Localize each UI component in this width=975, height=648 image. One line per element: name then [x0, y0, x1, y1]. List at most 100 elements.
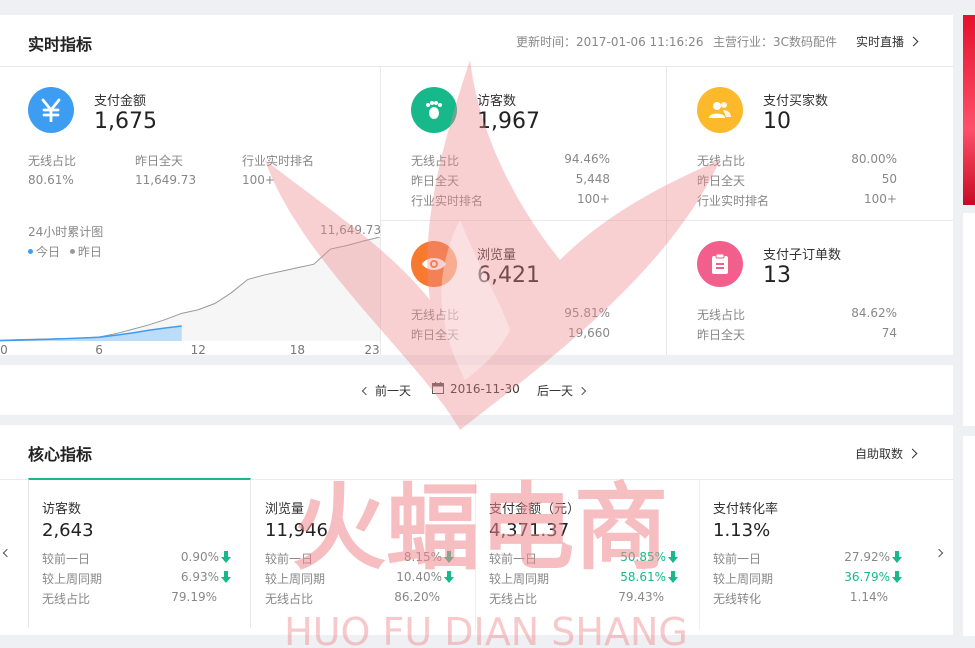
- row-label: 无线占比: [697, 308, 746, 322]
- core-row-label: 无线占比: [42, 592, 91, 606]
- divider: [380, 66, 381, 355]
- chart-max-label: 11,649.73: [320, 223, 382, 237]
- core-card-value: 4,371.37: [489, 520, 570, 541]
- row-label: 无线占比: [411, 308, 460, 322]
- core-row-label: 较上周同期: [42, 572, 103, 586]
- sub-value: 80.61%: [28, 173, 74, 187]
- row-value: 5,448: [575, 172, 610, 186]
- sub-label: 无线占比: [28, 154, 77, 168]
- chevron-left-icon: [2, 548, 12, 558]
- core-row-label: 较上周同期: [713, 572, 774, 586]
- core-row-value: 50.85%: [596, 550, 678, 564]
- arrow-down-icon: [668, 571, 678, 583]
- row-value: 94.46%: [564, 152, 610, 166]
- row-value: 84.62%: [851, 306, 897, 320]
- core-row-value-text: 27.92%: [844, 550, 890, 564]
- self-service-link[interactable]: 自助取数: [855, 445, 918, 462]
- divider: [666, 66, 667, 355]
- next-day-label: 后一天: [537, 384, 574, 398]
- core-row-value: 86.20%: [372, 590, 440, 604]
- pageviews-label: 浏览量: [477, 248, 517, 263]
- core-row-value-text: 10.40%: [396, 570, 442, 584]
- core-row-value-text: 79.19%: [171, 590, 217, 604]
- sub-label: 昨日全天: [135, 154, 184, 168]
- industry-label: 主营行业：3C数码配件: [713, 35, 838, 49]
- chevron-left-icon: [361, 386, 371, 396]
- header-divider: [0, 66, 953, 67]
- core-row-value-text: 8.15%: [403, 550, 442, 564]
- x-tick-label: 23: [364, 343, 379, 355]
- self-service-label: 自助取数: [855, 447, 904, 461]
- core-card-title: 支付金额（元）: [489, 502, 581, 517]
- carousel-next-button[interactable]: [930, 545, 944, 561]
- date-picker[interactable]: 2016-11-30: [432, 382, 520, 396]
- side-panel: [963, 436, 975, 636]
- row-value: 74: [881, 326, 897, 340]
- core-row-value: 27.92%: [820, 550, 902, 564]
- core-row-label: 无线占比: [489, 592, 538, 606]
- row-label: 昨日全天: [697, 328, 746, 342]
- side-banner[interactable]: [963, 15, 975, 205]
- row-value: 100+: [864, 192, 897, 206]
- pay-amount-value: 1,675: [94, 109, 157, 134]
- core-row-label: 无线占比: [265, 592, 314, 606]
- core-row-label: 较上周同期: [489, 572, 550, 586]
- visitors-label: 访客数: [477, 94, 517, 109]
- date-navigator: 前一天 2016-11-30 后一天: [0, 365, 953, 415]
- core-row-value-text: 79.43%: [618, 590, 664, 604]
- yen-icon: [28, 87, 74, 133]
- chevron-right-icon: [934, 548, 944, 558]
- core-metrics-panel: 核心指标 自助取数 访客数 2,643 较前一日 0.90% 较上周同期 6.93% 无线占…: [0, 425, 953, 635]
- calendar-icon: [432, 382, 444, 394]
- core-card-value: 11,946: [265, 520, 328, 541]
- core-title: 核心指标: [28, 445, 93, 464]
- core-row-label: 较上周同期: [265, 572, 326, 586]
- core-row-value-text: 1.14%: [849, 590, 888, 604]
- core-card-title: 支付转化率: [713, 502, 779, 517]
- core-row-label: 较前一日: [42, 552, 91, 566]
- row-label: 昨日全天: [411, 328, 460, 342]
- row-label: 昨日全天: [697, 174, 746, 188]
- visitors-value: 1,967: [477, 109, 540, 134]
- footprint-icon: [411, 87, 457, 133]
- row-value: 80.00%: [851, 152, 897, 166]
- update-time: 更新时间：2017-01-06 11:16:26: [516, 35, 704, 49]
- arrow-down-icon: [892, 571, 902, 583]
- clipboard-icon: [697, 241, 743, 287]
- date-value: 2016-11-30: [450, 382, 520, 396]
- row-value: 95.81%: [564, 306, 610, 320]
- arrow-down-icon: [444, 551, 454, 563]
- core-card[interactable]: 浏览量 11,946 较前一日 8.15% 较上周同期 10.40% 无线占比 86.20%: [252, 480, 475, 630]
- core-row-value-text: 86.20%: [394, 590, 440, 604]
- sub-label: 行业实时排名: [242, 154, 315, 168]
- x-tick-label: 12: [191, 343, 206, 355]
- prev-day-label: 前一天: [375, 384, 412, 398]
- next-day-button[interactable]: 后一天: [537, 382, 587, 399]
- core-row-value: 36.79%: [820, 570, 902, 584]
- sub-orders-value: 13: [763, 263, 791, 288]
- core-row-value: 79.43%: [596, 590, 664, 604]
- row-label: 昨日全天: [411, 174, 460, 188]
- pay-amount-label: 支付金额: [94, 94, 147, 109]
- prev-day-button[interactable]: 前一天: [361, 382, 412, 399]
- carousel-prev-button[interactable]: [2, 545, 16, 561]
- core-row-value: 8.15%: [372, 550, 454, 564]
- core-card[interactable]: 访客数 2,643 较前一日 0.90% 较上周同期 6.93% 无线占比 79.19%: [28, 478, 251, 628]
- core-row-value: 79.19%: [149, 590, 217, 604]
- core-row-value: 58.61%: [596, 570, 678, 584]
- live-link-label: 实时直播: [856, 35, 905, 49]
- live-link[interactable]: 实时直播: [856, 33, 919, 50]
- core-card[interactable]: 支付转化率 1.13% 较前一日 27.92% 较上周同期 36.79% 无线转化 1.14%: [699, 480, 922, 630]
- core-row-label: 较前一日: [265, 552, 314, 566]
- chevron-right-icon: [577, 386, 587, 396]
- users-icon: [697, 87, 743, 133]
- row-label: 无线占比: [697, 154, 746, 168]
- x-tick-label: 18: [290, 343, 305, 355]
- arrow-down-icon: [444, 571, 454, 583]
- core-row-label: 较前一日: [489, 552, 538, 566]
- sub-value: 100+: [242, 173, 275, 187]
- arrow-down-icon: [892, 551, 902, 563]
- chevron-right-icon: [908, 36, 919, 47]
- core-card[interactable]: 支付金额（元） 4,371.37 较前一日 50.85% 较上周同期 58.61% 无线占比…: [475, 480, 698, 630]
- arrow-down-icon: [668, 551, 678, 563]
